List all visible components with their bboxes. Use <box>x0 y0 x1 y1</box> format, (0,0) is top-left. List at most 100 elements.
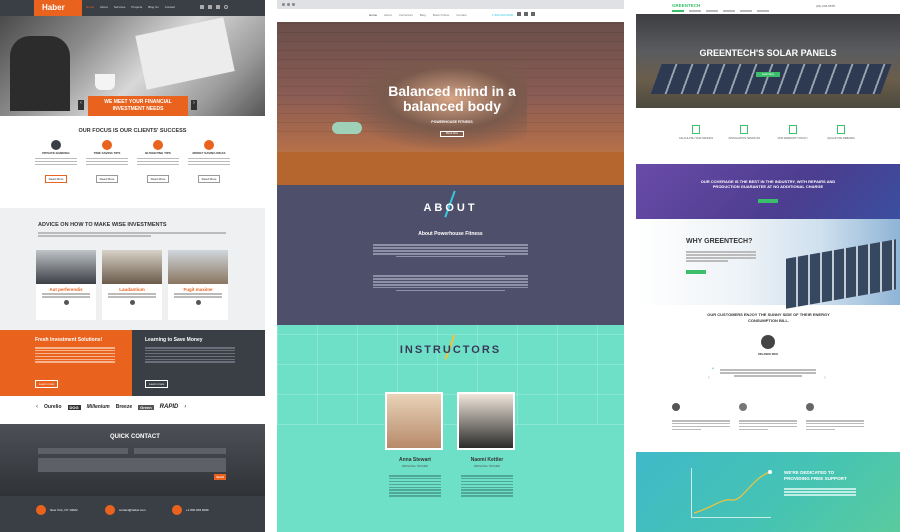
team-link-icon[interactable] <box>195 299 201 305</box>
feature-item[interactable]: Calculate your savings <box>676 125 716 140</box>
team-name: Fugit maxime <box>183 287 213 292</box>
linkedin-icon[interactable] <box>216 5 220 9</box>
column-gap <box>265 0 277 532</box>
learn-more-button[interactable]: Learn more <box>35 380 59 388</box>
instructor-card: Naomi Kettler Personal Trainer <box>457 392 517 498</box>
greentech-logo[interactable]: GREENTECH <box>672 3 700 8</box>
location-pin-icon <box>36 505 46 515</box>
partner-logos: ‹ Ourelio DOG Millenium Breeze Green RAP… <box>36 404 231 410</box>
solar-hero-image <box>636 14 900 108</box>
feature-card: Time Saving Tips Read More <box>86 140 128 200</box>
chevron-right-icon[interactable]: › <box>184 404 186 410</box>
instructor-name: Anna Stewart <box>399 457 431 463</box>
learn-more-button[interactable]: Learn more <box>145 380 169 388</box>
testimonial-next-arrow[interactable]: › <box>824 375 826 381</box>
reviews-row <box>672 398 864 440</box>
nav-item[interactable] <box>757 10 769 12</box>
instagram-icon[interactable] <box>531 12 535 16</box>
send-button[interactable]: Send <box>214 474 226 480</box>
team-cards: Aut perferendis Laudantium Fugit maxime <box>36 250 228 320</box>
read-more-button[interactable]: Read More <box>146 174 170 183</box>
feature-label: Calculate your savings <box>678 137 714 140</box>
column-gap <box>624 0 636 532</box>
partner-logo: Breeze <box>115 404 133 410</box>
instructors-title: INSTRUCTORS <box>399 344 502 356</box>
coverage-section <box>636 164 900 219</box>
nav-blog[interactable]: Blog Us <box>148 5 159 10</box>
footer-address-text: New York, NY 10022 <box>50 508 78 512</box>
nav-blog[interactable]: Blog <box>420 13 426 17</box>
save-text <box>145 347 235 363</box>
review-text <box>672 420 730 431</box>
feature-label: Budgeting Tips <box>145 151 171 155</box>
search-icon[interactable] <box>224 5 228 9</box>
nav-item[interactable] <box>740 10 752 12</box>
nav-item[interactable] <box>706 10 718 12</box>
clock-icon <box>102 140 112 150</box>
focus-title: Our focus is our clients' success <box>78 128 187 134</box>
footer-email: contact@haber.com <box>105 505 146 515</box>
feature-item[interactable]: Installation Hands-on <box>724 125 764 140</box>
nav-item[interactable] <box>672 10 684 12</box>
contact-message-field[interactable] <box>38 458 226 472</box>
header-phone: 1-800-000-0000 <box>492 13 514 17</box>
nav-contact[interactable]: Contact <box>165 5 175 10</box>
nav-home[interactable]: Home <box>86 5 94 10</box>
footer-email-text[interactable]: contact@haber.com <box>119 508 146 512</box>
nav-about[interactable]: About <box>100 5 108 10</box>
facebook-icon[interactable] <box>517 12 521 16</box>
read-more-button[interactable]: Read More <box>197 174 221 183</box>
team-desc <box>168 293 228 298</box>
window-dot-icon <box>292 3 295 6</box>
nav-book-online[interactable]: Book Online <box>433 13 449 17</box>
feature-desc <box>86 157 128 166</box>
testimonial-quote-icon: “ <box>712 368 714 374</box>
instructor-role: Personal Trainer <box>473 465 501 468</box>
contact-name-field[interactable] <box>38 448 128 454</box>
nav-item[interactable] <box>689 10 701 12</box>
chevron-left-icon[interactable]: ‹ <box>36 404 38 410</box>
footer-phone-text: +1 800 903 9039 <box>186 508 209 512</box>
review-text <box>739 420 797 431</box>
nav-contact[interactable]: Contact <box>456 13 466 17</box>
partner-logo: DOG <box>67 404 81 410</box>
read-more-button[interactable]: Read More <box>44 174 68 183</box>
team-link-icon[interactable] <box>129 299 135 305</box>
learn-more-button[interactable]: Learn More <box>756 72 780 77</box>
about-paragraph-1 <box>373 243 528 259</box>
team-desc <box>36 293 96 298</box>
greentech-features: Calculate your savings Installation Hand… <box>676 125 861 140</box>
instructor-bio <box>385 475 445 497</box>
nav-instructors[interactable]: Instructors <box>399 13 413 17</box>
phone-icon <box>172 505 182 515</box>
twitter-icon[interactable] <box>208 5 212 9</box>
hero-prev-arrow[interactable]: ‹ <box>78 100 84 110</box>
envelope-icon <box>105 505 115 515</box>
fitness-site-preview: Home About Instructors Blog Book Online … <box>277 0 624 532</box>
hero-subtitle: Powerhouse Fitness <box>431 120 473 124</box>
nav-services[interactable]: Services <box>114 5 126 10</box>
feature-item[interactable]: Qualifying Rebates <box>821 125 861 140</box>
read-more-button[interactable]: Read More <box>95 174 119 183</box>
contact-email-field[interactable] <box>134 448 226 454</box>
hero-title: GREENTECH'S SOLAR PANELS <box>699 48 837 58</box>
haber-logo[interactable]: Haber <box>34 0 82 16</box>
partner-logo: RAPID <box>159 404 179 410</box>
coverage-button[interactable] <box>758 199 778 203</box>
instructor-name: Naomi Kettler <box>470 457 504 463</box>
book-now-button[interactable]: Book Now <box>440 131 464 137</box>
solutions-panel: Fresh Investment Solutions! Learn more <box>0 330 132 396</box>
testimonial-prev-arrow[interactable]: ‹ <box>708 375 710 381</box>
hero-next-arrow[interactable]: › <box>191 100 197 110</box>
feature-item[interactable]: Our Warranty Policy <box>773 125 813 140</box>
team-link-icon[interactable] <box>63 299 69 305</box>
nav-about[interactable]: About <box>384 13 392 17</box>
why-button[interactable] <box>686 270 706 274</box>
nav-projects[interactable]: Projects <box>131 5 142 10</box>
facebook-icon[interactable] <box>200 5 204 9</box>
twitter-icon[interactable] <box>524 12 528 16</box>
team-desc <box>102 293 162 298</box>
nav-home[interactable]: Home <box>369 13 377 17</box>
wrench-icon <box>740 125 749 134</box>
nav-item[interactable] <box>723 10 735 12</box>
